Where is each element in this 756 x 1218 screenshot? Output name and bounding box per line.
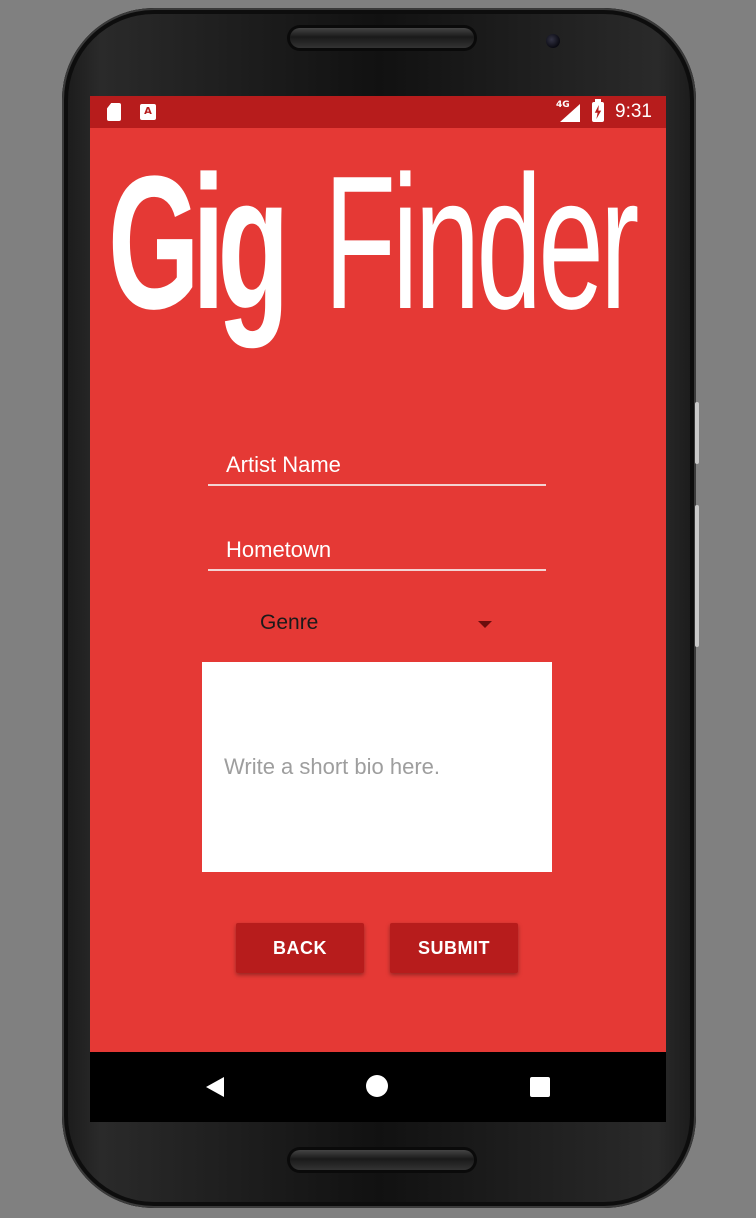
app-notification-icon: A [140,104,156,120]
nav-back-icon[interactable] [206,1077,224,1097]
sd-card-icon [107,103,121,121]
dropdown-arrow-icon [478,621,492,628]
power-button [695,505,699,647]
nav-recents-icon[interactable] [530,1077,550,1097]
bio-box [202,662,552,872]
volume-button [695,402,699,464]
genre-spinner[interactable]: Genre [202,601,502,637]
battery-charging-icon [592,99,604,122]
top-speaker [290,28,474,48]
navigation-bar [90,1052,666,1122]
bottom-speaker [290,1150,474,1170]
front-camera [546,34,560,48]
logo-gig: Gig [108,137,289,349]
gigfinder-logo: Gig Finder [108,137,639,349]
artist-name-field [208,452,546,486]
artist-name-input[interactable] [208,452,546,484]
bio-textarea[interactable] [202,662,552,872]
network-type: 4G [556,100,570,110]
hometown-input[interactable] [208,537,546,569]
status-bar: A 4G 9:31 [90,96,666,128]
genre-label: Genre [260,611,319,634]
logo-finder: Finder [324,137,639,349]
status-clock: 9:31 [615,101,652,122]
app-screen: A 4G 9:31 GigFinder Genre BACK SUBMIT [90,96,666,1052]
nav-home-icon[interactable] [366,1075,388,1097]
submit-button[interactable]: SUBMIT [390,923,518,973]
back-button[interactable]: BACK [236,923,364,973]
hometown-field [208,537,546,571]
